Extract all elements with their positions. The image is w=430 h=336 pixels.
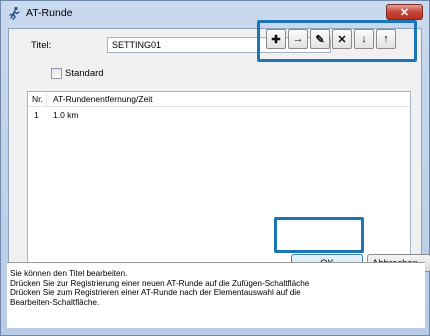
close-button[interactable]: ✕ [386,4,423,20]
insert-button[interactable]: → [288,29,308,49]
window-title: AT-Runde [26,7,73,19]
status-help-text: Sie können den Titel bearbeiten. Drücken… [7,262,425,328]
row-distance: 1.0 km [53,110,79,120]
arrow-up-icon: ↑ [383,33,389,45]
toolbar: ✚ → ✎ ✕ ↓ ↑ [266,29,396,49]
runner-icon [8,6,22,20]
edit-button[interactable]: ✎ [310,29,330,49]
list-row[interactable]: 1 1.0 km [28,109,410,122]
move-down-button[interactable]: ↓ [354,29,374,49]
status-line: Bearbeiten-Schaltfläche. [10,297,100,307]
move-up-button[interactable]: ↑ [376,29,396,49]
close-icon: ✕ [399,6,410,19]
arrow-right-icon: → [292,33,304,45]
dialog-window: AT-Runde ✕ Titel: Standard Nr. AT-Runden… [0,0,430,336]
pencil-icon: ✎ [315,33,325,46]
column-header-distance[interactable]: AT-Rundenentfernung/Zeit [47,92,153,106]
status-line: Drücken Sie zum Registrieren einer AT-Ru… [10,288,301,298]
status-line: Drücken Sie zur Registrierung einer neue… [10,278,310,288]
delete-button[interactable]: ✕ [332,29,352,49]
delete-x-icon: ✕ [337,33,347,46]
standard-checkbox-row[interactable]: Standard [51,68,104,79]
plus-icon: ✚ [271,33,281,46]
add-button[interactable]: ✚ [266,29,286,49]
arrow-down-icon: ↓ [361,33,367,45]
standard-label: Standard [65,68,104,79]
titel-label: Titel: [31,40,52,51]
row-nr: 1 [34,110,39,120]
status-line: Sie können den Titel bearbeiten. [10,269,128,278]
ok-highlight-frame [274,217,364,253]
standard-checkbox[interactable] [51,68,62,79]
list-header: Nr. AT-Rundenentfernung/Zeit [28,92,410,107]
column-header-nr[interactable]: Nr. [28,92,47,106]
